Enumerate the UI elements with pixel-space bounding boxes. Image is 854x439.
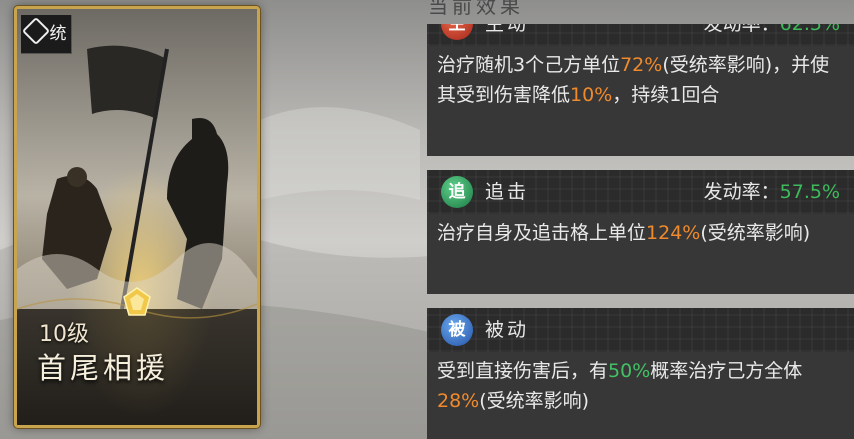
effect-description: 受到直接伤害后，有50%概率治疗己方全体 28%(受统率影响): [427, 352, 854, 439]
effect-passive: 被 被动 受到直接伤害后，有50%概率治疗己方全体 28%(受统率影响): [427, 308, 854, 439]
skill-level: 10级: [39, 322, 89, 347]
badge-icon: [21, 16, 50, 46]
skill-name: 首尾相援: [37, 351, 170, 385]
command-type-badge: 统: [21, 15, 72, 54]
trigger-rate: 发动率：62.5%: [704, 24, 840, 46]
effect-pursuit: 追 追击 发动率：57.5% 治疗自身及追击格上单位124%(受统率影响): [427, 170, 854, 294]
description-text: (受统率影响): [479, 390, 590, 412]
trigger-rate: 发动率：57.5%: [704, 170, 840, 214]
highlight-value: 50%: [608, 360, 651, 382]
highlight-value: 124%: [646, 222, 701, 244]
highlight-value: 10%: [570, 84, 613, 106]
skill-card[interactable]: 统 10级 首尾相援: [14, 6, 260, 428]
description-text: 概率治疗己方全体: [650, 360, 803, 382]
effect-description: 治疗随机3个己方单位72%(受统率影响)，并使其受到伤害降低10%，持续1回合: [427, 46, 854, 156]
trigger-rate-label: 发动率：: [703, 181, 780, 203]
description-text: 受到直接伤害后，有: [437, 360, 609, 382]
highlight-value: 28%: [437, 390, 480, 412]
effect-type-label: 主动: [485, 24, 530, 35]
effect-type-label: 被动: [485, 319, 530, 341]
description-text: ，持续1回合: [612, 84, 720, 106]
trigger-rate-label: 发动率：: [703, 24, 780, 35]
effect-header: 主 主动 发动率：62.5%: [427, 24, 854, 46]
gem-icon: [123, 287, 151, 316]
active-skill-icon: 主: [441, 24, 473, 40]
pursuit-skill-icon: 追: [441, 176, 473, 208]
passive-skill-icon: 被: [441, 314, 473, 346]
effect-active: 主 主动 发动率：62.5% 治疗随机3个己方单位72%(受统率影响)，并使其受…: [427, 24, 854, 156]
effect-header: 被 被动: [427, 308, 854, 352]
highlight-value: 72%: [620, 54, 663, 76]
description-text: 治疗自身及追击格上单位: [437, 222, 647, 244]
effect-description: 治疗自身及追击格上单位124%(受统率影响): [427, 214, 854, 294]
effect-type-label: 追击: [485, 181, 530, 203]
panel-title: 当前效果: [428, 0, 524, 18]
effect-header: 追 追击 发动率：57.5%: [427, 170, 854, 214]
effects-list[interactable]: 主 主动 发动率：62.5% 治疗随机3个己方单位72%(受统率影响)，并使其受…: [427, 24, 854, 439]
description-text: 治疗随机3个己方单位: [437, 54, 621, 76]
description-text: (受统率影响): [700, 222, 811, 244]
trigger-rate-value: 62.5%: [779, 24, 840, 35]
badge-label: 统: [49, 24, 67, 44]
trigger-rate-value: 57.5%: [779, 181, 840, 203]
